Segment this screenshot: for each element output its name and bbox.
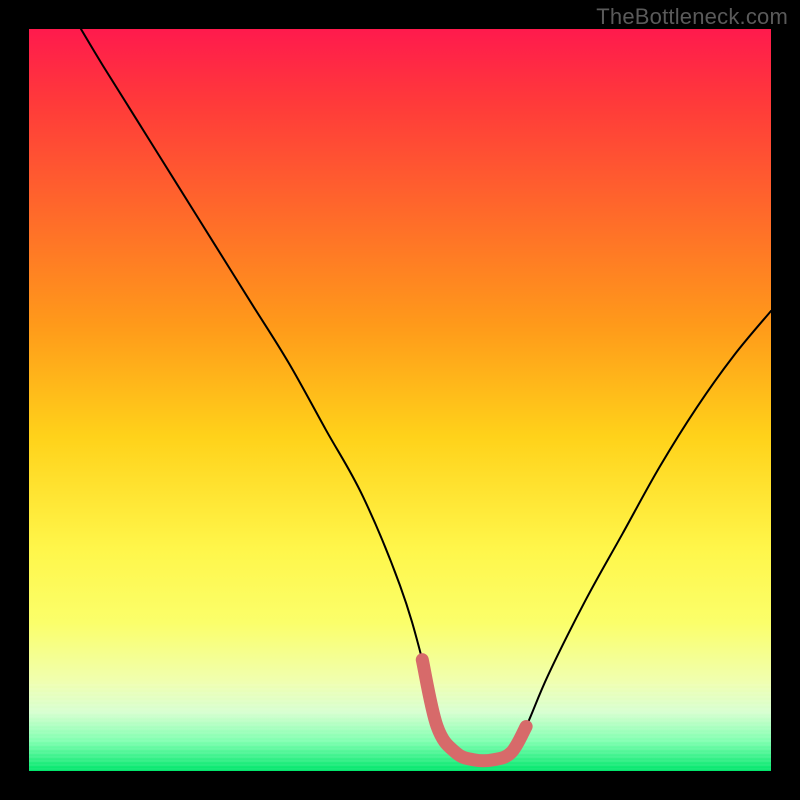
bottleneck-curve [81, 29, 771, 761]
curve-layer [29, 29, 771, 771]
plot-area [29, 29, 771, 771]
chart-frame: TheBottleneck.com [0, 0, 800, 800]
watermark-text: TheBottleneck.com [596, 4, 788, 30]
bottom-highlight [422, 660, 526, 761]
